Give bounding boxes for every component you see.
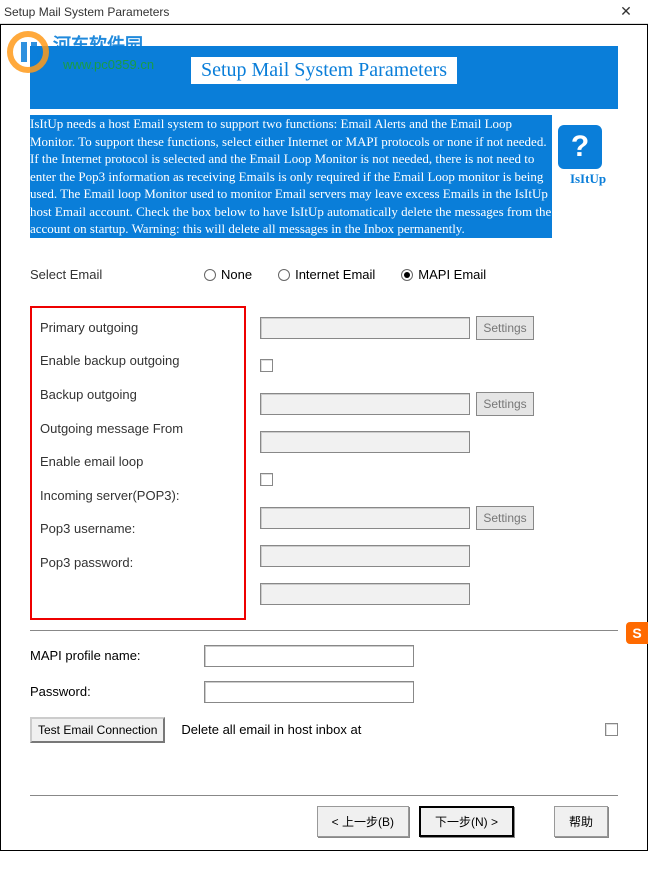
label-incoming-pop3: Incoming server(POP3): bbox=[40, 488, 236, 504]
enable-loop-checkbox[interactable] bbox=[260, 473, 273, 486]
mapi-password-row: Password: bbox=[30, 681, 618, 703]
label-backup-outgoing: Backup outgoing bbox=[40, 387, 236, 403]
mapi-profile-input[interactable] bbox=[204, 645, 414, 667]
inputs-column: Settings Settings Settings bbox=[260, 306, 618, 620]
test-delete-row: Test Email Connection Delete all email i… bbox=[30, 717, 618, 743]
window-titlebar: Setup Mail System Parameters ✕ bbox=[0, 0, 648, 24]
delete-email-checkbox[interactable] bbox=[605, 723, 618, 736]
description-row: IsItUp needs a host Email system to supp… bbox=[30, 115, 618, 238]
radio-mapi[interactable]: MAPI Email bbox=[401, 267, 486, 282]
isitup-logo: ? IsItUp bbox=[558, 115, 618, 238]
primary-settings-button[interactable]: Settings bbox=[476, 316, 534, 340]
enable-backup-checkbox[interactable] bbox=[260, 359, 273, 372]
backup-outgoing-input[interactable] bbox=[260, 393, 470, 415]
mapi-password-label: Password: bbox=[30, 684, 194, 699]
back-button[interactable]: < 上一步(B) bbox=[317, 806, 409, 837]
radio-icon bbox=[278, 269, 290, 281]
highlighted-fields-box: Primary outgoing Enable backup outgoing … bbox=[30, 306, 246, 620]
radio-internet[interactable]: Internet Email bbox=[278, 267, 375, 282]
pop3-username-input[interactable] bbox=[260, 545, 470, 567]
side-badge-icon[interactable]: S bbox=[626, 622, 648, 644]
close-icon[interactable]: ✕ bbox=[608, 0, 644, 24]
test-connection-button[interactable]: Test Email Connection bbox=[30, 717, 165, 743]
select-email-label: Select Email bbox=[30, 267, 200, 282]
banner: Setup Mail System Parameters bbox=[30, 46, 618, 109]
isitup-label: IsItUp bbox=[558, 171, 618, 187]
select-email-row: Select Email None Internet Email MAPI Em… bbox=[30, 262, 618, 288]
page-title: Setup Mail System Parameters bbox=[190, 56, 458, 85]
delete-email-label: Delete all email in host inbox at bbox=[175, 722, 595, 737]
window-title: Setup Mail System Parameters bbox=[4, 5, 169, 19]
mapi-password-input[interactable] bbox=[204, 681, 414, 703]
question-icon: ? bbox=[558, 125, 602, 169]
wizard-nav: < 上一步(B) 下一步(N) > 帮助 bbox=[30, 795, 618, 837]
dialog-frame: 河东软件园 www.pc0359.cn Setup Mail System Pa… bbox=[0, 24, 648, 851]
next-button[interactable]: 下一步(N) > bbox=[419, 806, 514, 837]
incoming-pop3-input[interactable] bbox=[260, 507, 470, 529]
label-outgoing-from: Outgoing message From bbox=[40, 421, 236, 437]
help-button[interactable]: 帮助 bbox=[554, 806, 608, 837]
content-area: Setup Mail System Parameters IsItUp need… bbox=[2, 26, 646, 849]
primary-outgoing-input[interactable] bbox=[260, 317, 470, 339]
outgoing-from-input[interactable] bbox=[260, 431, 470, 453]
label-pop3-user: Pop3 username: bbox=[40, 521, 236, 537]
fields-container: Primary outgoing Enable backup outgoing … bbox=[30, 306, 618, 620]
label-primary-outgoing: Primary outgoing bbox=[40, 320, 236, 336]
radio-icon bbox=[204, 269, 216, 281]
backup-settings-button[interactable]: Settings bbox=[476, 392, 534, 416]
pop3-password-input[interactable] bbox=[260, 583, 470, 605]
mapi-profile-row: MAPI profile name: bbox=[30, 645, 618, 667]
pop3-settings-button[interactable]: Settings bbox=[476, 506, 534, 530]
label-enable-backup: Enable backup outgoing bbox=[40, 353, 236, 369]
radio-icon bbox=[401, 269, 413, 281]
mapi-profile-label: MAPI profile name: bbox=[30, 648, 194, 663]
label-pop3-pass: Pop3 password: bbox=[40, 555, 236, 571]
radio-none[interactable]: None bbox=[204, 267, 252, 282]
separator bbox=[30, 630, 618, 631]
email-radio-group: None Internet Email MAPI Email bbox=[204, 267, 486, 282]
label-enable-loop: Enable email loop bbox=[40, 454, 236, 470]
description-text: IsItUp needs a host Email system to supp… bbox=[30, 115, 552, 238]
